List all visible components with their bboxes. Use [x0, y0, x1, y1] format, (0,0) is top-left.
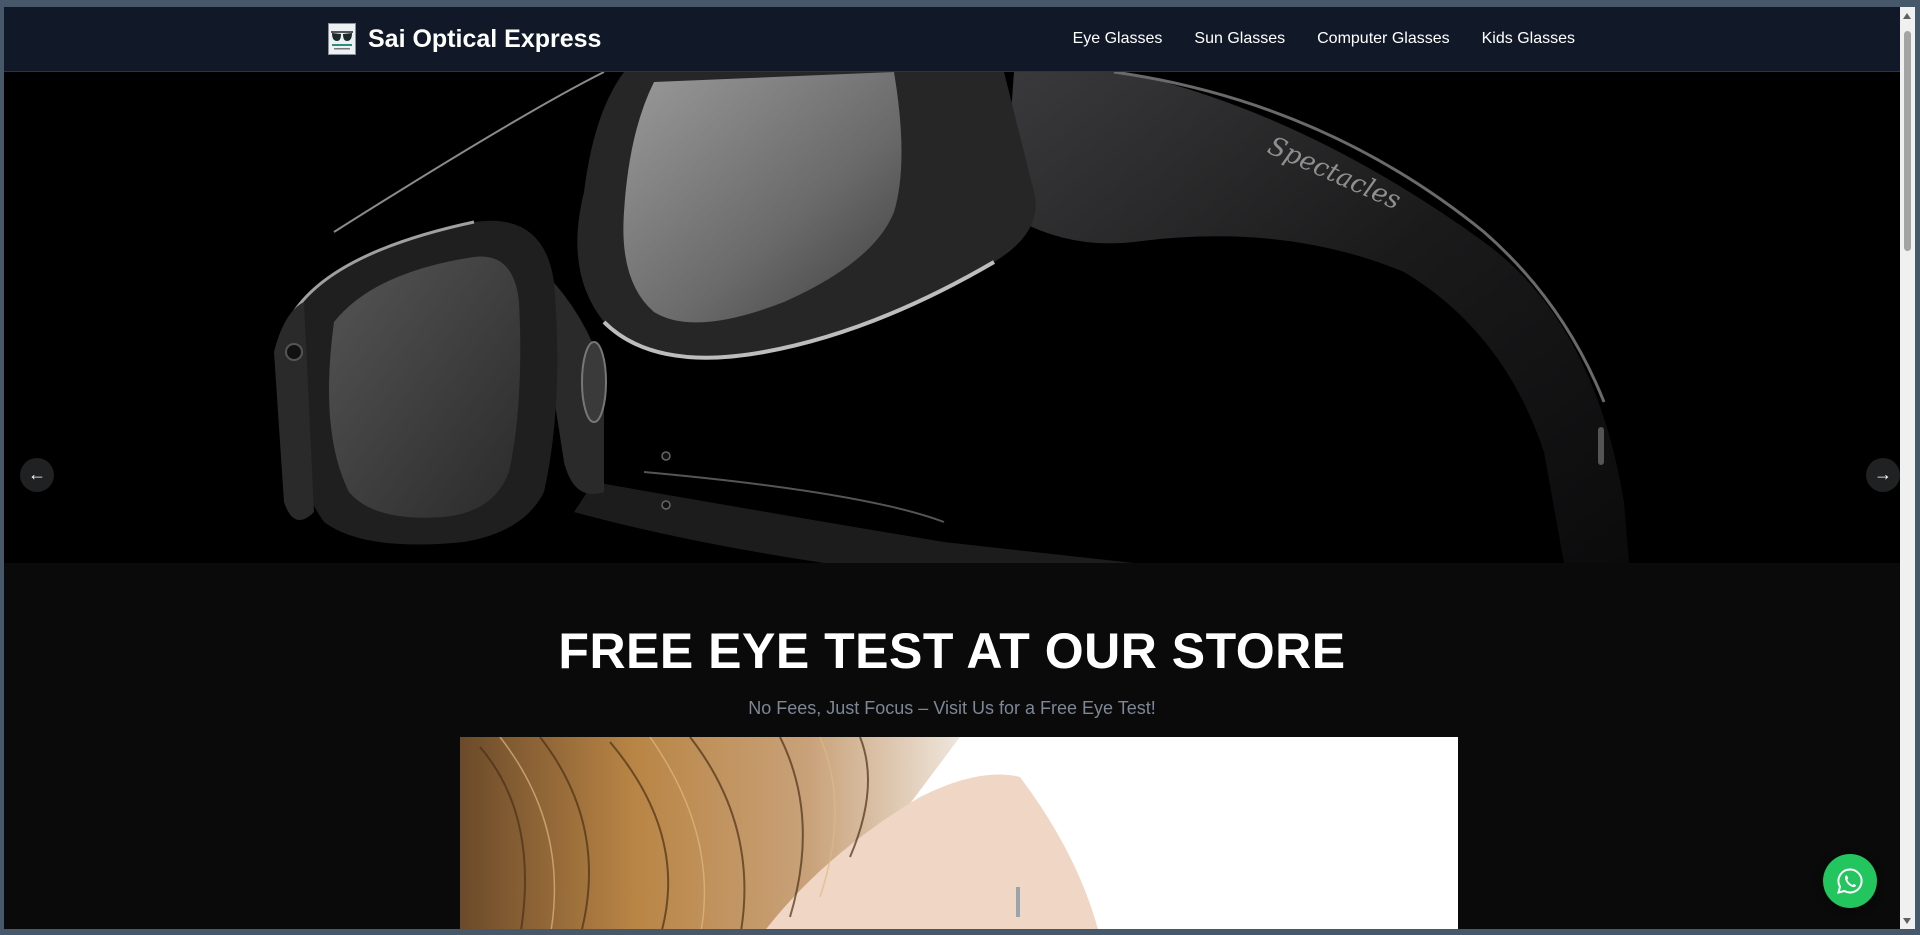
scroll-down-icon[interactable] [1903, 918, 1911, 924]
navbar: Sai Optical Express Eye Glasses Sun Glas… [4, 7, 1900, 72]
arrow-right-icon: → [1874, 464, 1892, 484]
hero-carousel: Spectacles [4, 72, 1900, 563]
nav-link-kids-glasses[interactable]: Kids Glasses [1482, 28, 1575, 50]
eye-test-image [460, 737, 1458, 929]
whatsapp-icon [1837, 868, 1863, 894]
main-nav: Eye Glasses Sun Glasses Computer Glasses… [1073, 28, 1575, 50]
promo-subtitle: No Fees, Just Focus – Visit Us for a Fre… [748, 698, 1156, 718]
nav-link-computer-glasses[interactable]: Computer Glasses [1317, 28, 1450, 50]
vertical-scrollbar[interactable] [1900, 7, 1915, 929]
carousel-prev-button[interactable]: ← [20, 458, 54, 492]
nav-link-eye-glasses[interactable]: Eye Glasses [1073, 28, 1163, 50]
scroll-up-icon[interactable] [1903, 13, 1911, 19]
hero-smart-glasses-image: Spectacles [274, 72, 1629, 563]
brand-name: Sai Optical Express [368, 25, 602, 53]
nav-link-sun-glasses[interactable]: Sun Glasses [1194, 28, 1285, 50]
browser-viewport: Sai Optical Express Eye Glasses Sun Glas… [4, 7, 1900, 929]
carousel-next-button[interactable]: → [1866, 458, 1900, 492]
brand-link[interactable]: Sai Optical Express [328, 23, 601, 55]
arrow-left-icon: ← [28, 464, 46, 484]
sunglasses-logo-icon [328, 23, 356, 55]
scroll-thumb[interactable] [1904, 31, 1911, 251]
whatsapp-button[interactable] [1823, 854, 1877, 908]
promo-title: FREE EYE TEST AT OUR STORE [558, 623, 1346, 679]
